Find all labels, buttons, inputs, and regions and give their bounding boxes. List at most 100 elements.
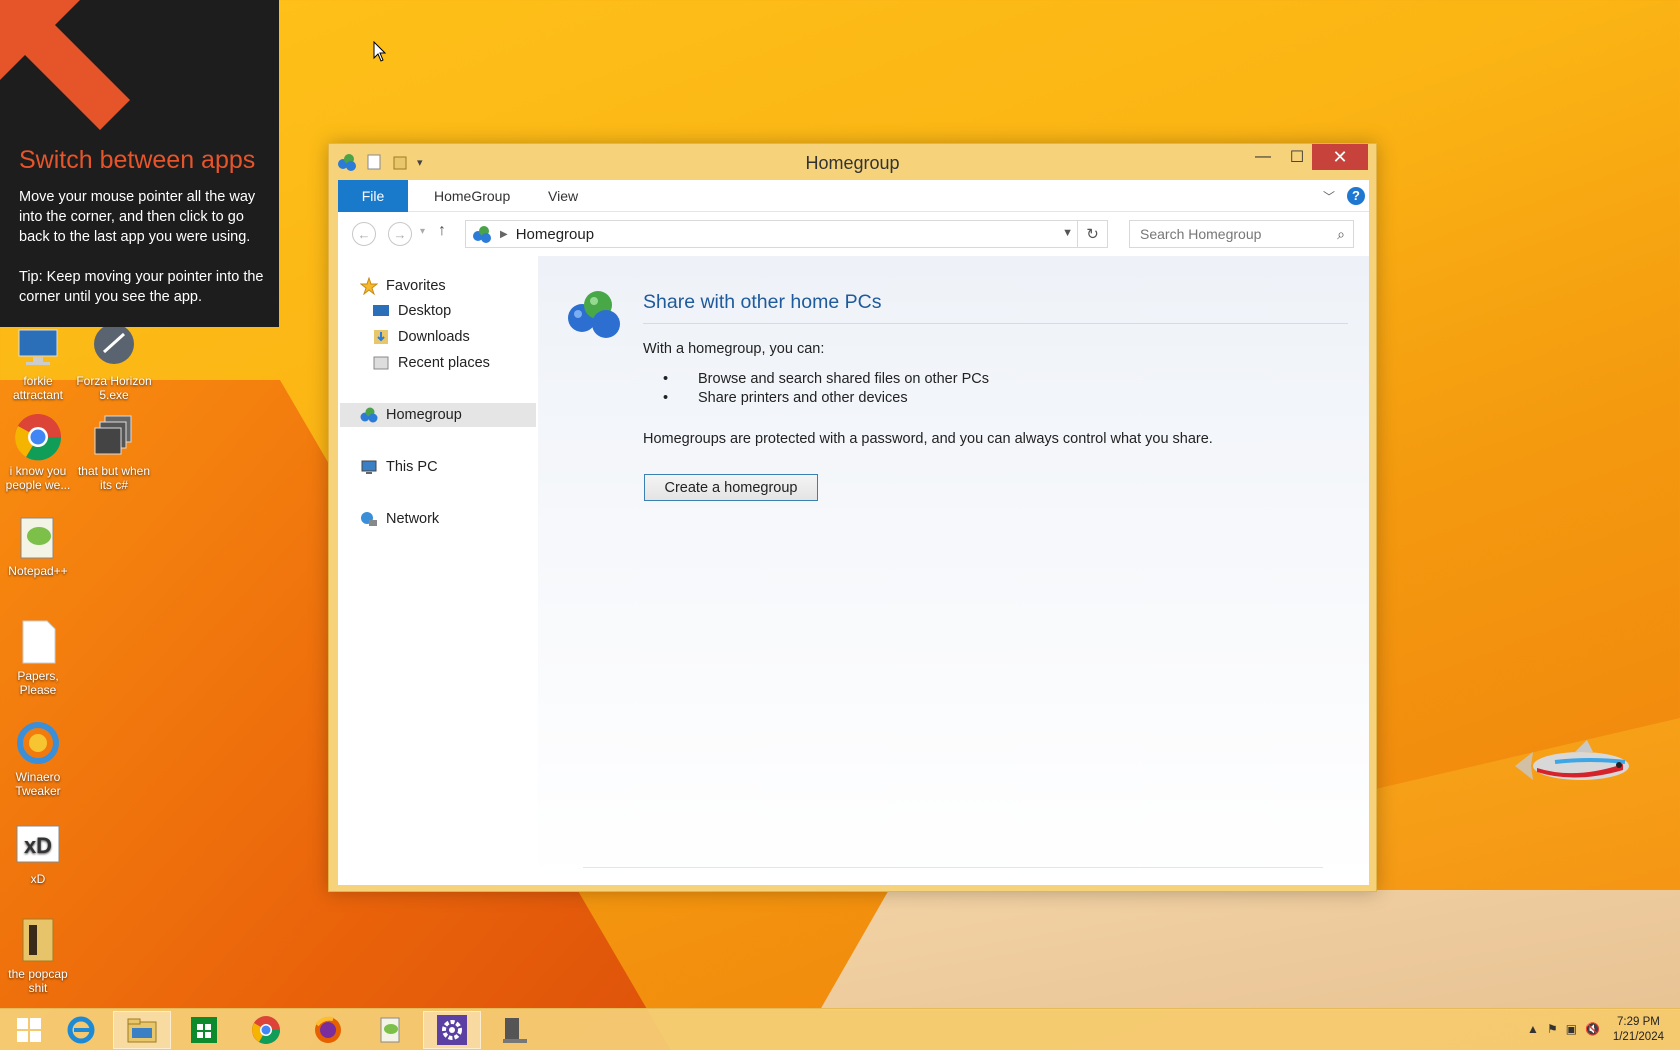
tab-homegroup[interactable]: HomeGroup — [418, 180, 526, 212]
downloads-icon — [372, 328, 390, 346]
switch-apps-tip: Switch between apps Move your mouse poin… — [0, 0, 279, 327]
security-note: Homegroups are protected with a password… — [643, 431, 1213, 447]
store-icon — [191, 1017, 217, 1043]
star-icon — [359, 276, 379, 296]
clock-time: 7:29 PM — [1617, 1016, 1660, 1028]
window-title: Homegroup — [805, 153, 900, 173]
address-dropdown-icon[interactable]: ▼ — [1062, 227, 1073, 239]
taskbar-store[interactable] — [175, 1011, 233, 1049]
explorer-window: ▾ Homegroup — ☐ ✕ File HomeGroup View ﹀ … — [328, 143, 1377, 892]
search-input[interactable]: Search Homegroup ⌕ — [1129, 220, 1354, 248]
homegroup-icon — [360, 406, 378, 424]
homegroup-large-icon — [568, 291, 620, 338]
computer-icon — [13, 322, 63, 372]
steam-icon — [89, 322, 139, 372]
desktop-icon-forkie[interactable]: forkie attractant — [0, 322, 76, 402]
expand-ribbon-icon[interactable]: ﹀ — [1323, 188, 1335, 205]
document-icon — [503, 1018, 527, 1043]
taskbar-settings[interactable] — [423, 1011, 481, 1049]
list-item: • Browse and search shared files on other… — [663, 371, 989, 387]
desktop-icon-forza[interactable]: Forza Horizon 5.exe — [76, 322, 152, 402]
network-icon — [360, 510, 378, 528]
nav-desktop[interactable]: Desktop — [372, 299, 451, 323]
desktop-icon-chrome[interactable]: i know you people we... — [0, 412, 76, 492]
stack-icon — [89, 412, 139, 462]
tip-hint: Tip: Keep moving your pointer into the c… — [19, 269, 264, 305]
close-button[interactable]: ✕ — [1312, 144, 1368, 170]
chrome-icon — [252, 1016, 280, 1044]
mouse-cursor-icon — [373, 41, 387, 62]
breadcrumb-homegroup[interactable]: Homegroup — [516, 226, 594, 243]
help-icon[interactable]: ? — [1347, 187, 1365, 205]
internet-explorer-icon — [67, 1016, 95, 1044]
title-bar[interactable]: ▾ Homegroup — ☐ ✕ — [329, 144, 1376, 180]
notepadpp-icon — [13, 512, 63, 562]
wallpaper-floor — [820, 890, 1680, 1010]
desktop-icon-popcap[interactable]: the popcap shit — [0, 915, 76, 995]
tab-file[interactable]: File — [338, 180, 408, 212]
list-item: • Share printers and other devices — [663, 390, 908, 406]
clock-date: 1/21/2024 — [1612, 1031, 1664, 1043]
xd-icon: xD — [13, 820, 63, 870]
tip-title: Switch between apps — [19, 146, 256, 174]
corner-arrow-icon — [0, 0, 130, 130]
nav-homegroup[interactable]: Homegroup — [340, 403, 536, 427]
show-hidden-icons-icon[interactable]: ▲ — [1527, 1022, 1539, 1036]
nav-this-pc[interactable]: This PC — [360, 455, 438, 479]
nav-recent-places[interactable]: Recent places — [372, 351, 490, 375]
breadcrumb-separator-icon[interactable]: ▶ — [500, 229, 508, 240]
document-icon — [13, 617, 63, 667]
taskbar-chrome[interactable] — [237, 1011, 295, 1049]
up-button[interactable]: ↑ — [438, 222, 446, 240]
notepadpp-icon — [380, 1017, 400, 1043]
taskbar-file-explorer[interactable] — [113, 1011, 171, 1049]
system-tray: ▲ ⚑ ▣ 🔇 — [1527, 1022, 1600, 1036]
content-pane: Share with other home PCs With a homegro… — [538, 256, 1369, 885]
file-explorer-icon — [127, 1018, 157, 1043]
create-homegroup-button[interactable]: Create a homegroup — [644, 474, 818, 501]
search-icon: ⌕ — [1337, 226, 1345, 242]
recent-locations-icon[interactable]: ▾ — [420, 226, 425, 237]
address-bar[interactable]: ▶ Homegroup ▼ — [465, 220, 1078, 248]
back-button[interactable]: ← — [352, 222, 376, 246]
volume-muted-icon[interactable]: 🔇 — [1585, 1022, 1600, 1036]
page-heading: Share with other home PCs — [643, 291, 882, 313]
network-tray-icon[interactable]: ▣ — [1566, 1022, 1577, 1036]
start-button[interactable] — [0, 1011, 58, 1049]
taskbar-internet-explorer[interactable] — [52, 1011, 110, 1049]
taskbar: ▲ ⚑ ▣ 🔇 7:29 PM 1/21/2024 — [0, 1008, 1680, 1050]
feature-list: • Browse and search shared files on other… — [663, 371, 989, 409]
intro-text: With a homegroup, you can: — [643, 341, 825, 357]
desktop-icon-winaero[interactable]: Winaero Tweaker — [0, 718, 76, 798]
desktop-icon-papers[interactable]: Papers, Please — [0, 617, 76, 697]
settings-icon — [437, 1015, 467, 1045]
desktop-icon — [372, 302, 390, 320]
tip-body: Move your mouse pointer all the way into… — [19, 189, 256, 245]
nav-network[interactable]: Network — [360, 507, 439, 531]
homegroup-small-icon — [473, 226, 491, 243]
recent-places-icon — [372, 354, 390, 372]
clock[interactable]: 7:29 PM 1/21/2024 — [1613, 1015, 1664, 1045]
maximize-button[interactable]: ☐ — [1277, 144, 1317, 170]
nav-downloads[interactable]: Downloads — [372, 325, 470, 349]
heading-divider — [643, 323, 1348, 324]
ribbon: File HomeGroup View ﹀ ? — [338, 180, 1369, 212]
bottom-divider — [583, 867, 1323, 868]
firefox-icon — [315, 1016, 341, 1043]
desktop-icon-xd[interactable]: xD xD — [0, 820, 76, 886]
desktop-icon-stack[interactable]: that but when its c# — [76, 412, 152, 492]
tab-view[interactable]: View — [532, 180, 594, 212]
folder-icon — [13, 915, 63, 965]
refresh-button[interactable]: ↻ — [1078, 220, 1108, 248]
navigation-bar: ← → ▾ ↑ ▶ Homegroup ▼ ↻ Search Homegroup… — [338, 212, 1369, 256]
taskbar-document[interactable] — [485, 1011, 543, 1049]
taskbar-firefox[interactable] — [299, 1011, 357, 1049]
taskbar-notepadpp[interactable] — [361, 1011, 419, 1049]
start-icon — [17, 1018, 41, 1042]
nav-favorites[interactable]: Favorites — [359, 274, 446, 298]
flag-icon[interactable]: ⚑ — [1547, 1022, 1558, 1036]
desktop-icon-notepadpp[interactable]: Notepad++ — [0, 512, 76, 578]
this-pc-icon — [360, 458, 378, 476]
fish-icon — [1515, 740, 1629, 780]
forward-button[interactable]: → — [388, 222, 412, 246]
